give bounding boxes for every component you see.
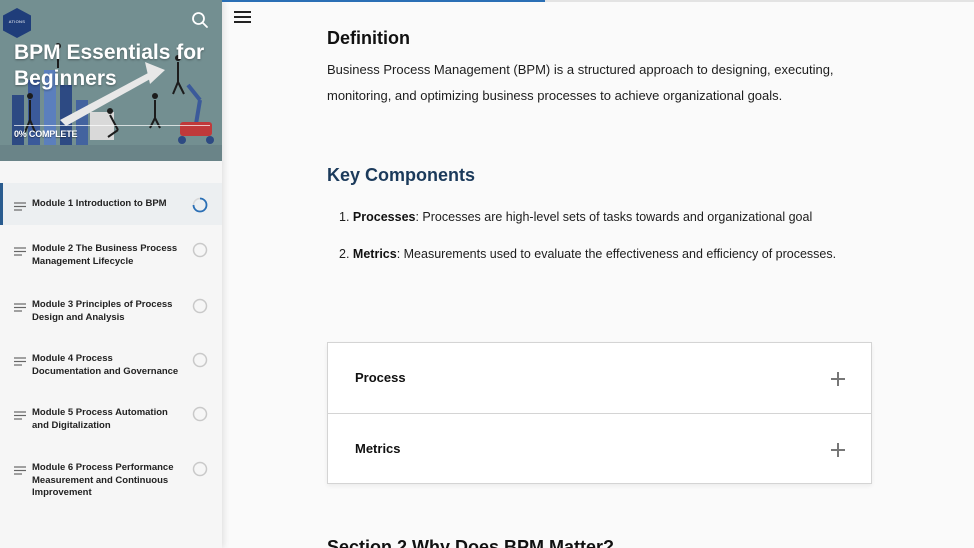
component-description: : Processes are high-level sets of tasks… — [415, 210, 813, 224]
lesson-progress-bar — [222, 0, 974, 2]
sidebar-item-label: Module 2 The Business Process Management… — [32, 243, 178, 267]
plus-icon[interactable] — [831, 443, 845, 457]
accordion-title: Metrics — [355, 441, 401, 456]
empty-circle-icon — [192, 298, 208, 314]
accordion-item-metrics[interactable]: Metrics — [328, 413, 871, 483]
sidebar-item-module-1[interactable]: Module 1 Introduction to BPM — [0, 183, 222, 225]
lines-icon — [14, 466, 26, 475]
lines-icon — [14, 247, 26, 256]
list-number: 1. — [339, 210, 350, 224]
empty-circle-icon — [192, 406, 208, 422]
accordion-item-process[interactable]: Process — [328, 343, 871, 413]
search-icon[interactable] — [190, 10, 210, 30]
key-components-list: 1. Processes: Processes are high-level s… — [339, 208, 899, 282]
sidebar-item-module-2[interactable]: Module 2 The Business Process Management… — [0, 233, 222, 283]
empty-circle-icon — [192, 352, 208, 368]
lesson-progress-fill — [222, 0, 546, 2]
course-banner: ATIONS BPM Essentials for Beginners 0% C… — [0, 0, 222, 161]
hamburger-menu-icon[interactable] — [234, 10, 252, 24]
sidebar-item-module-3[interactable]: Module 3 Principles of Process Design an… — [0, 288, 222, 338]
empty-circle-icon — [192, 461, 208, 477]
course-progress-label: 0% COMPLETE — [14, 129, 78, 139]
sidebar-item-label: Module 4 Process Documentation and Gover… — [32, 353, 179, 377]
sidebar-item-module-6[interactable]: Module 6 Process Performance Measurement… — [0, 451, 222, 511]
course-progress-bar — [14, 125, 210, 126]
lines-icon — [14, 411, 26, 420]
lines-icon — [14, 202, 26, 211]
accordion-title: Process — [355, 370, 406, 385]
plus-icon[interactable] — [831, 372, 845, 386]
course-title: BPM Essentials for Beginners — [14, 41, 205, 90]
sidebar-item-module-4[interactable]: Module 4 Process Documentation and Gover… — [0, 342, 222, 392]
definition-heading: Definition — [327, 28, 410, 48]
component-term: Processes — [352, 210, 416, 224]
component-description: : Measurements used to evaluate the effe… — [396, 247, 837, 261]
list-number: 2. — [339, 247, 350, 261]
next-section-heading: Section 2 Why Does BPM Matter? — [327, 537, 615, 548]
course-sidebar: ATIONS BPM Essentials for Beginners 0% C… — [0, 0, 222, 548]
accordion: Process Metrics — [327, 342, 872, 484]
progress-ring-icon — [192, 197, 208, 213]
empty-circle-icon — [192, 242, 208, 258]
sidebar-item-label: Module 5 Process Automation and Digitali… — [32, 407, 168, 431]
lines-icon — [14, 303, 26, 312]
sidebar-item-label: Module 6 Process Performance Measurement… — [32, 462, 174, 498]
lines-icon — [14, 357, 26, 366]
definition-text: Business Process Management (BPM) is a s… — [327, 62, 834, 103]
key-components-heading: Key Components — [327, 165, 476, 185]
sidebar-item-module-5[interactable]: Module 5 Process Automation and Digitali… — [0, 396, 222, 446]
sidebar-item-label: Module 1 Introduction to BPM — [32, 198, 167, 209]
logo-text: ATIONS — [8, 19, 26, 24]
sidebar-item-label: Module 3 Principles of Process Design an… — [32, 299, 173, 323]
list-item: 1. Processes: Processes are high-level s… — [339, 208, 899, 226]
component-term: Metrics — [352, 247, 397, 261]
list-item: 2. Metrics: Measurements used to evaluat… — [339, 245, 899, 263]
